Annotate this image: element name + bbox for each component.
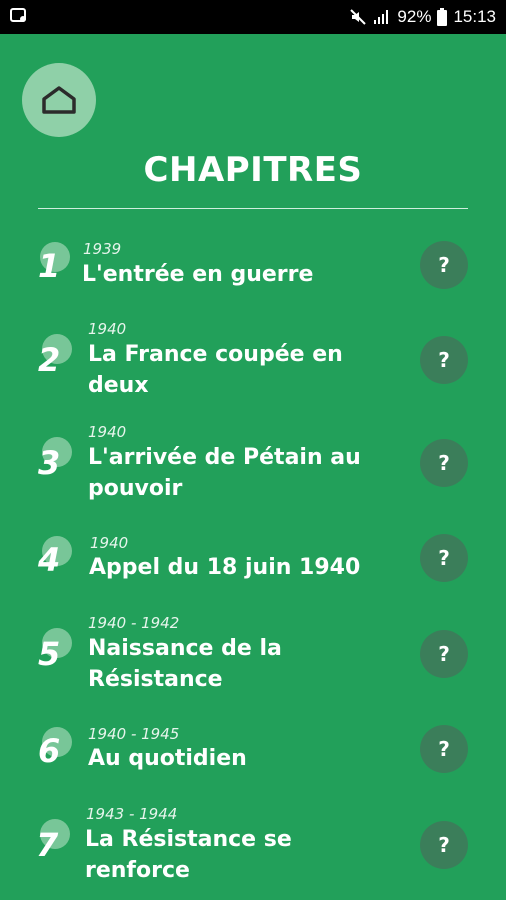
chapter-title: L'arrivée de Pétain au pouvoir — [88, 445, 361, 501]
chapter-title: La France coupée en deux — [88, 342, 343, 398]
chapter-years: 1943 - 1944 — [86, 805, 178, 823]
chapter-help-button[interactable]: ? — [420, 241, 468, 289]
chapter-title: Au quotidien — [88, 746, 247, 771]
chapter-help-button[interactable]: ? — [420, 630, 468, 678]
chapter-number: 5 — [38, 635, 61, 673]
chapter-number: 6 — [38, 732, 61, 770]
chapter-help-button[interactable]: ? — [420, 439, 468, 487]
home-icon — [42, 86, 76, 114]
chapter-years: 1940 - 1942 — [88, 614, 180, 632]
chapter-years: 1939 — [83, 240, 122, 258]
chapter-number: 4 — [38, 541, 61, 579]
chapter-title: Naissance de la Résistance — [88, 636, 282, 692]
home-button[interactable] — [22, 63, 96, 137]
chapter-number: 7 — [36, 826, 59, 864]
clock: 15:13 — [453, 7, 496, 26]
chapter-title: Appel du 18 juin 1940 — [89, 555, 361, 580]
chapter-title: L'entrée en guerre — [82, 262, 314, 287]
chapter-years: 1940 — [88, 423, 127, 441]
chapter-item[interactable]: 4 1940 Appel du 18 juin 1940 ? — [0, 532, 506, 622]
chapter-help-button[interactable]: ? — [420, 821, 468, 869]
chapter-item[interactable]: 2 1940 La France coupée en deux ? — [0, 318, 506, 408]
signal-icon — [374, 10, 389, 24]
photo-status-icon — [10, 8, 26, 22]
chapter-years: 1940 — [88, 320, 127, 338]
chapter-number: 2 — [38, 341, 61, 379]
chapter-help-button[interactable]: ? — [420, 725, 468, 773]
chapter-help-button[interactable]: ? — [420, 336, 468, 384]
mute-icon — [350, 9, 367, 25]
chapter-item[interactable]: 3 1940 L'arrivée de Pétain au pouvoir ? — [0, 421, 506, 511]
chapter-item[interactable]: 6 1940 - 1945 Au quotidien ? — [0, 723, 506, 813]
status-bar: 92% 15:13 — [0, 0, 506, 34]
chapter-help-button[interactable]: ? — [420, 534, 468, 582]
battery-percent: 92% — [397, 7, 432, 26]
chapter-title: La Résistance se renforce — [85, 827, 292, 883]
chapter-number: 1 — [38, 247, 61, 285]
title-divider — [38, 208, 468, 209]
battery-icon — [437, 8, 448, 26]
chapter-item[interactable]: 5 1940 - 1942 Naissance de la Résistance… — [0, 612, 506, 702]
chapter-number: 3 — [38, 444, 61, 482]
chapter-years: 1940 - 1945 — [88, 725, 180, 743]
chapter-years: 1940 — [90, 534, 129, 552]
page-title: CHAPITRES — [143, 150, 363, 190]
chapter-item[interactable]: 7 1943 - 1944 La Résistance se renforce … — [0, 803, 506, 893]
chapter-item[interactable]: 1 1939 L'entrée en guerre ? — [0, 230, 506, 320]
